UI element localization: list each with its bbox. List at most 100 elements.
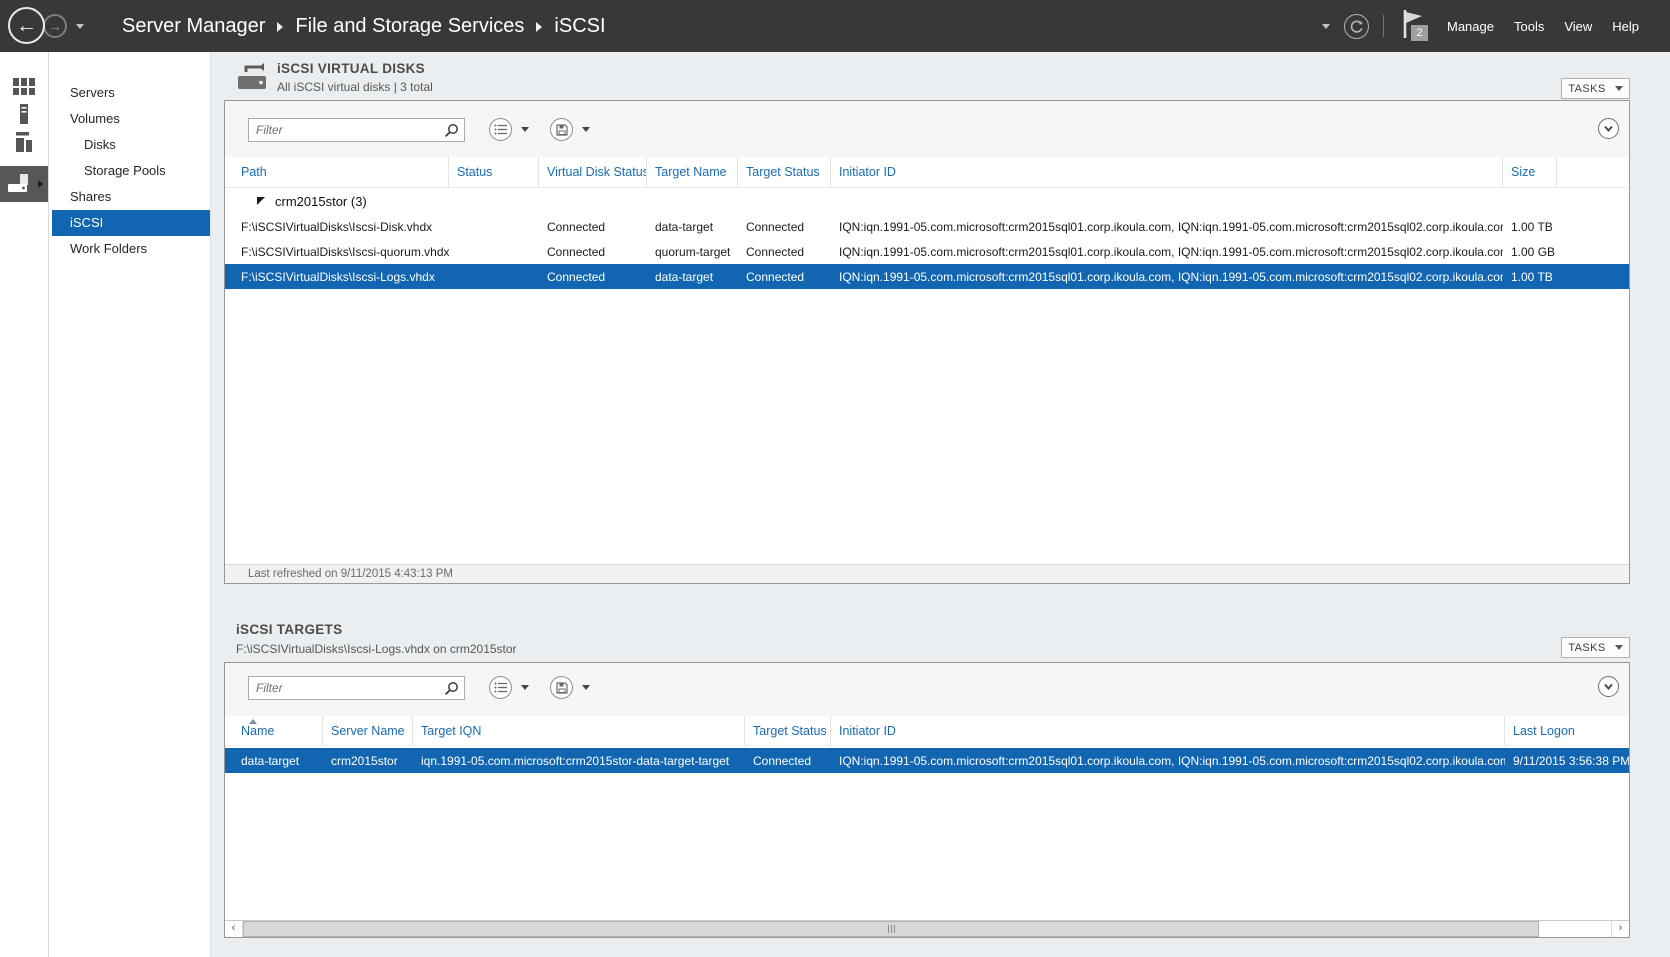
virtual-disks-panel: Path Status Virtual Disk Status Target N… <box>224 100 1630 584</box>
save-icon <box>556 682 568 694</box>
column-header-path[interactable]: Path <box>225 157 449 187</box>
column-header-server-name[interactable]: Server Name <box>323 716 413 745</box>
iscsi-virtual-disk-icon <box>236 59 268 93</box>
column-header-target-status[interactable]: Target Status <box>745 716 831 745</box>
sidebar-icon-all-servers[interactable] <box>0 128 48 156</box>
list-view-button[interactable] <box>489 118 512 141</box>
group-label: crm2015stor (3) <box>275 194 367 209</box>
list-view-button[interactable] <box>489 676 512 699</box>
cell-initiator-id: IQN:iqn.1991-05.com.microsoft:crm2015sql… <box>831 220 1503 234</box>
sidebar-item-volumes[interactable]: Volumes <box>50 106 210 132</box>
column-header-filler <box>1557 157 1629 187</box>
sidebar-icon-local-server[interactable] <box>0 100 48 128</box>
filter-input[interactable] <box>249 119 446 141</box>
scroll-left-button[interactable]: ‹ <box>225 921 243 937</box>
column-header-initiator-id[interactable]: Initiator ID <box>831 157 1503 187</box>
save-query-dropdown-icon[interactable] <box>582 127 590 132</box>
sidebar-icon-file-storage-services[interactable] <box>0 166 48 202</box>
history-dropdown-icon[interactable] <box>76 24 84 29</box>
column-header-target-iqn[interactable]: Target IQN <box>413 716 745 745</box>
targets-filter <box>248 676 465 700</box>
chevron-down-icon <box>1602 122 1615 135</box>
sidebar-item-servers[interactable]: Servers <box>50 80 210 106</box>
filter-input[interactable] <box>249 677 446 699</box>
sidebar-icon-strip <box>0 52 49 957</box>
sidebar-icon-dashboard[interactable] <box>0 72 48 100</box>
cell-virtual-disk-status: Connected <box>539 270 647 284</box>
menu-help[interactable]: Help <box>1612 19 1639 34</box>
scroll-right-button[interactable]: › <box>1611 921 1629 937</box>
scrollbar-thumb[interactable] <box>243 921 1539 937</box>
server-manager-window: { "titlebar": { "breadcrumb": ["Server M… <box>0 0 1670 957</box>
virtual-disks-panel-title: iSCSI VIRTUAL DISKS <box>277 61 425 76</box>
cell-path: F:\iSCSIVirtualDisks\Iscsi-Disk.vhdx <box>225 220 449 234</box>
chevron-down-icon <box>1615 86 1623 91</box>
notifications-button[interactable]: 2 <box>1398 8 1424 44</box>
back-button[interactable]: ← <box>8 7 45 44</box>
targets-table-header: Name Server Name Target IQN Target Statu… <box>225 716 1629 746</box>
targets-toolbar <box>225 663 1629 717</box>
column-header-size[interactable]: Size <box>1503 157 1557 187</box>
column-header-target-name[interactable]: Target Name <box>647 157 738 187</box>
virtual-disks-rows: F:\iSCSIVirtualDisks\Iscsi-Disk.vhdx Con… <box>225 214 1629 289</box>
column-header-initiator-id[interactable]: Initiator ID <box>831 716 1505 745</box>
table-row[interactable]: F:\iSCSIVirtualDisks\Iscsi-quorum.vhdx C… <box>225 239 1629 264</box>
save-query-button[interactable] <box>550 676 573 699</box>
cell-path: F:\iSCSIVirtualDisks\Iscsi-Logs.vhdx <box>225 270 449 284</box>
forward-button[interactable]: → <box>43 14 67 38</box>
collapse-panel-button[interactable] <box>1598 118 1619 139</box>
breadcrumb-server-manager[interactable]: Server Manager <box>122 15 265 38</box>
cell-size: 1.00 TB <box>1503 270 1557 284</box>
collapse-panel-button[interactable] <box>1598 676 1619 697</box>
sidebar-item-work-folders[interactable]: Work Folders <box>50 236 210 262</box>
column-header-status[interactable]: Status <box>449 157 539 187</box>
breadcrumb-separator-icon <box>536 22 542 32</box>
list-view-dropdown-icon[interactable] <box>521 685 529 690</box>
virtual-disks-tasks-button[interactable]: TASKS <box>1561 78 1630 99</box>
save-query-button[interactable] <box>550 118 573 141</box>
cell-initiator-id: IQN:iqn.1991-05.com.microsoft:crm2015sql… <box>831 245 1503 259</box>
notification-count-badge: 2 <box>1411 25 1428 41</box>
breadcrumb-file-storage-services[interactable]: File and Storage Services <box>295 15 524 38</box>
search-icon[interactable] <box>444 681 459 696</box>
sidebar-item-shares[interactable]: Shares <box>50 184 210 210</box>
save-icon <box>556 124 568 136</box>
menubar: Manage Tools View Help <box>1447 0 1639 52</box>
breadcrumb-iscsi[interactable]: iSCSI <box>554 15 605 38</box>
table-row-selected[interactable]: data-target crm2015stor iqn.1991-05.com.… <box>225 748 1629 773</box>
cell-target-status: Connected <box>738 220 831 234</box>
cell-initiator-id: IQN:iqn.1991-05.com.microsoft:crm2015sql… <box>831 270 1503 284</box>
menu-tools[interactable]: Tools <box>1514 19 1544 34</box>
cell-target-name: data-target <box>647 270 738 284</box>
menu-manage[interactable]: Manage <box>1447 19 1494 34</box>
sidebar-item-disks[interactable]: Disks <box>50 132 210 158</box>
virtual-disks-toolbar <box>225 101 1629 158</box>
column-header-target-status[interactable]: Target Status <box>738 157 831 187</box>
cell-server-name: crm2015stor <box>323 754 413 768</box>
save-query-dropdown-icon[interactable] <box>582 685 590 690</box>
sort-ascending-icon <box>249 719 257 724</box>
scrollbar-track[interactable] <box>1539 921 1611 937</box>
tasks-label: TASKS <box>1568 642 1605 654</box>
column-header-name[interactable]: Name <box>225 716 323 745</box>
column-header-last-logon[interactable]: Last Logon <box>1505 716 1629 745</box>
menu-view[interactable]: View <box>1564 19 1592 34</box>
server-group-row[interactable]: crm2015stor (3) <box>225 188 1629 214</box>
targets-rows: data-target crm2015stor iqn.1991-05.com.… <box>225 748 1629 773</box>
chevron-down-icon <box>1602 680 1615 693</box>
table-row-selected[interactable]: F:\iSCSIVirtualDisks\Iscsi-Logs.vhdx Con… <box>225 264 1629 289</box>
search-icon[interactable] <box>444 123 459 138</box>
sidebar-item-storage-pools[interactable]: Storage Pools <box>50 158 210 184</box>
toolbar-icon-buttons <box>489 118 611 141</box>
server-dropdown-icon[interactable] <box>1322 24 1330 29</box>
local-server-icon <box>13 104 35 124</box>
targets-tasks-button[interactable]: TASKS <box>1561 637 1630 658</box>
cell-target-status: Connected <box>738 245 831 259</box>
list-view-dropdown-icon[interactable] <box>521 127 529 132</box>
targets-panel-title: iSCSI TARGETS <box>236 622 342 637</box>
refresh-button[interactable] <box>1344 14 1369 39</box>
table-row[interactable]: F:\iSCSIVirtualDisks\Iscsi-Disk.vhdx Con… <box>225 214 1629 239</box>
group-expanded-icon[interactable] <box>257 197 265 205</box>
sidebar-item-iscsi[interactable]: iSCSI <box>52 210 210 236</box>
column-header-virtual-disk-status[interactable]: Virtual Disk Status <box>539 157 647 187</box>
